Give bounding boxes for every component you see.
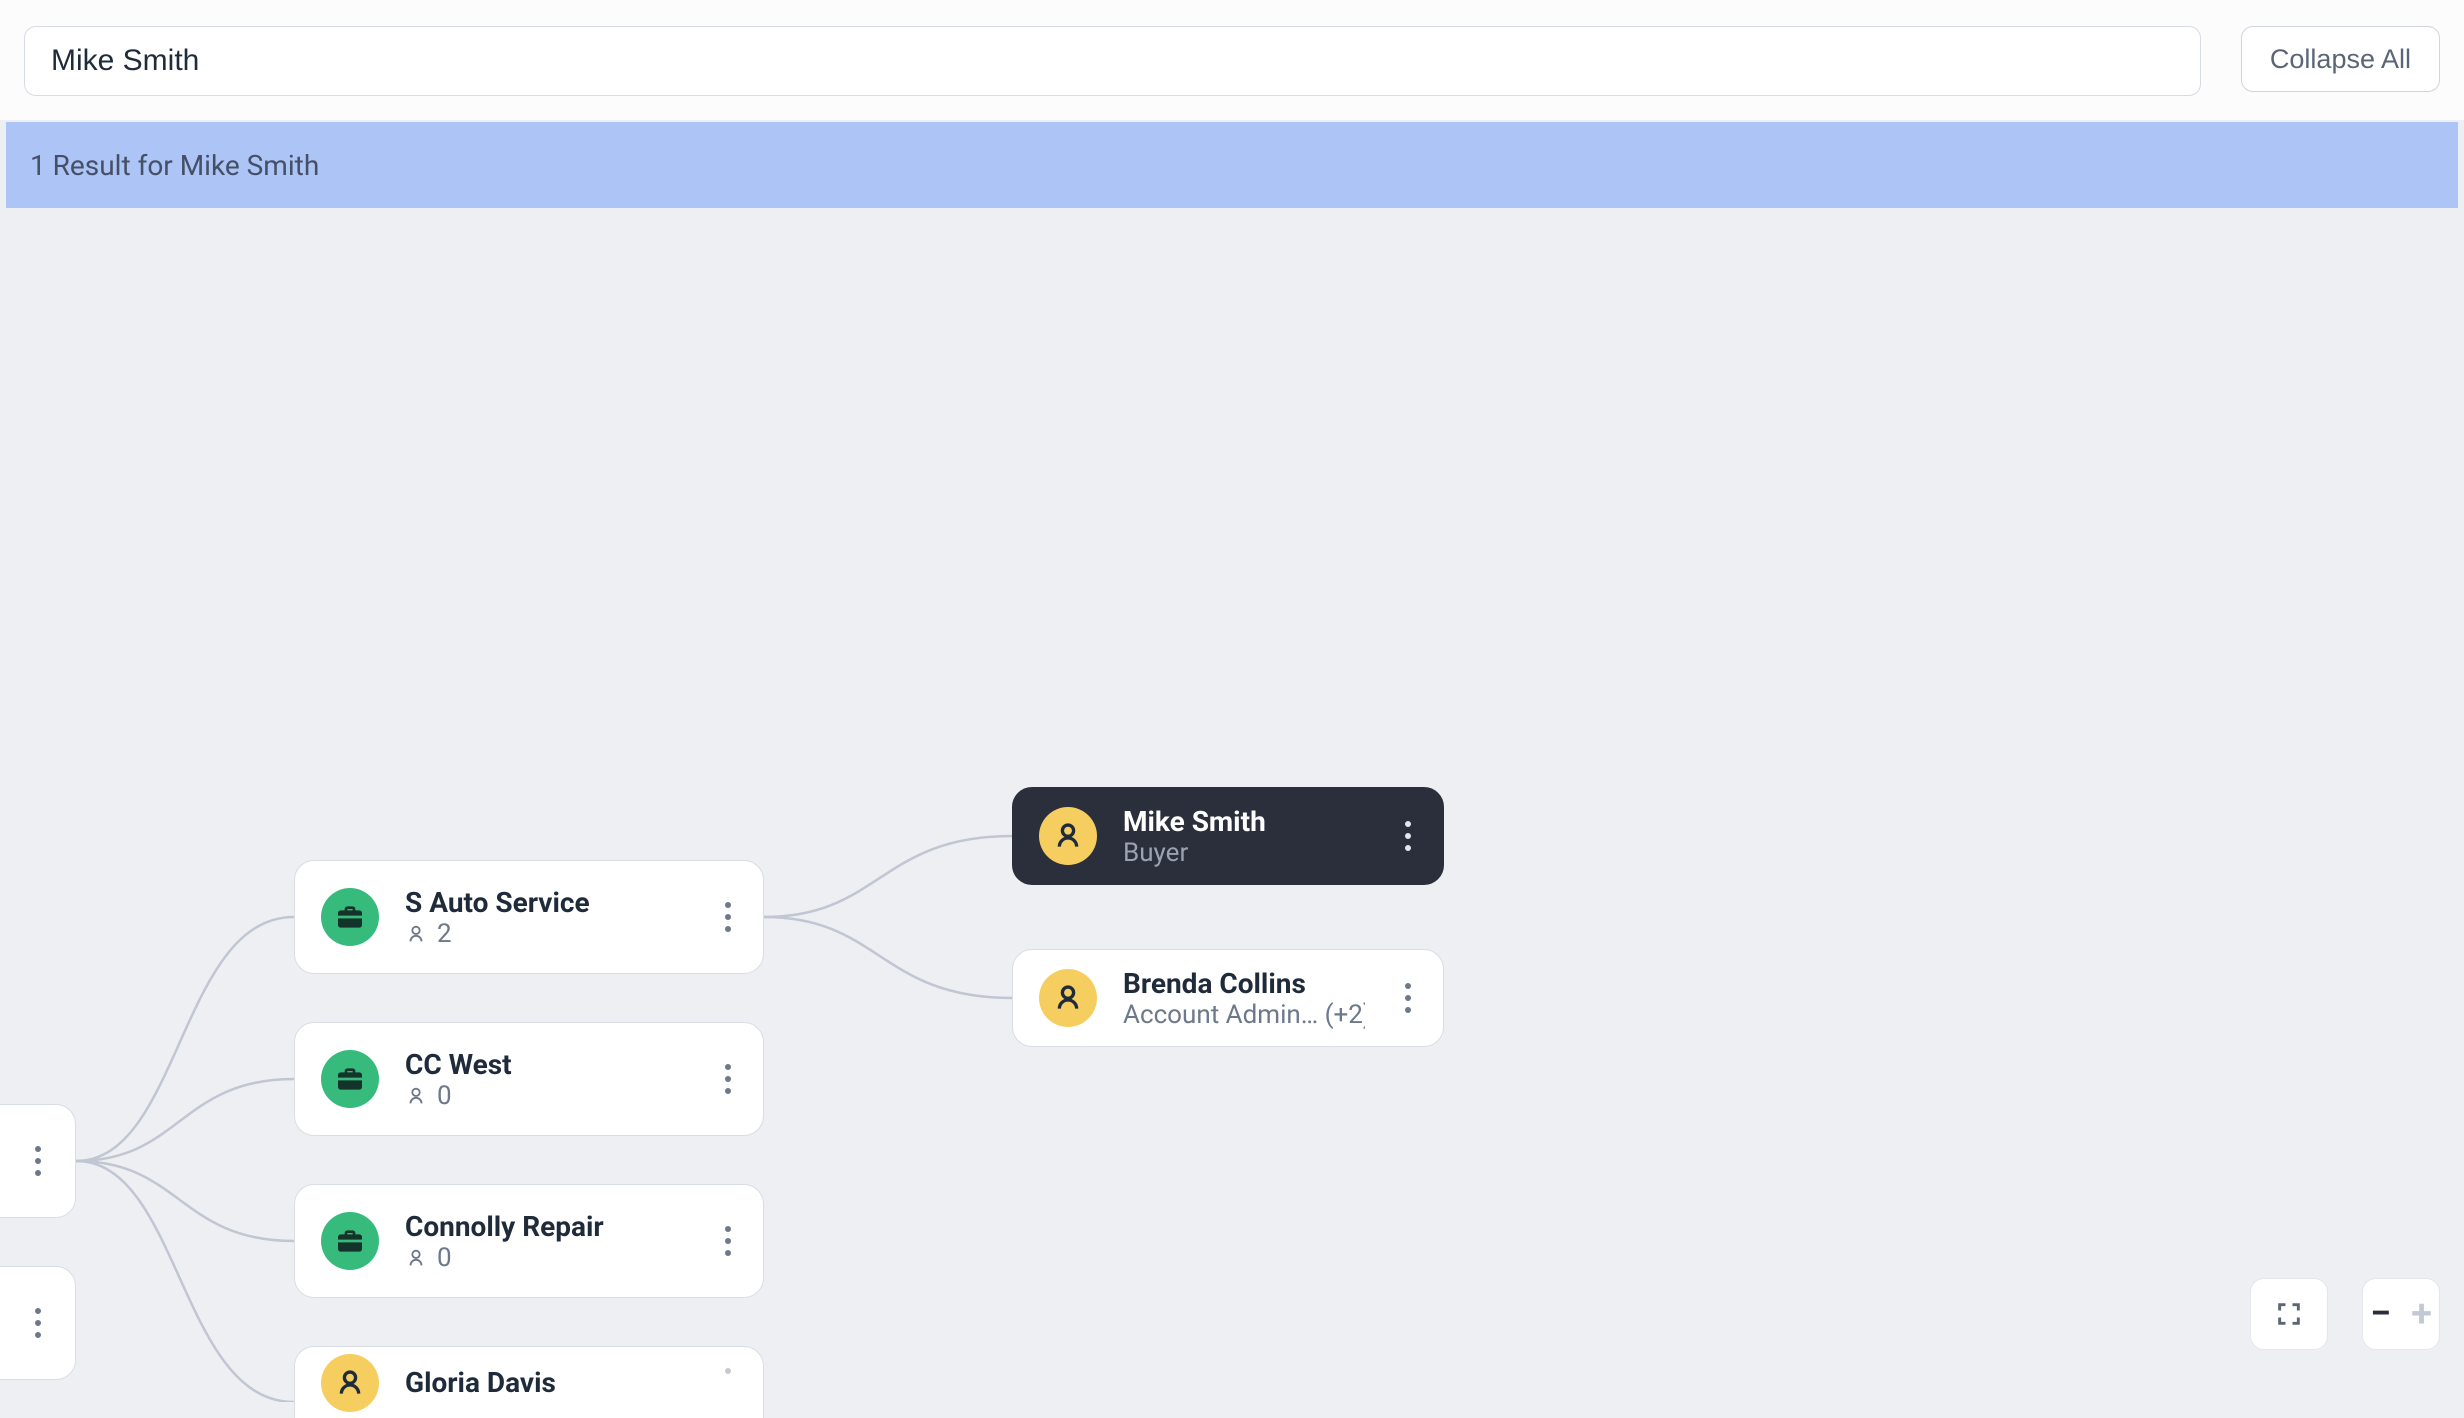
more-icon[interactable] (711, 1054, 745, 1104)
search-results-banner: 1 Result for Mike Smith (6, 122, 2458, 208)
root-node-2[interactable] (0, 1266, 76, 1380)
more-icon[interactable] (1391, 973, 1425, 1023)
person-icon (1039, 969, 1097, 1027)
node-title: Brenda Collins (1123, 967, 1365, 1000)
node-title: Gloria Davis (405, 1366, 685, 1399)
hierarchy-canvas[interactable]: S Auto Service 2 CC West 0 (0, 0, 2464, 1402)
person-icon (405, 1085, 427, 1107)
more-icon[interactable] (711, 1216, 745, 1266)
briefcase-icon (321, 1050, 379, 1108)
node-connolly-repair[interactable]: Connolly Repair 0 (294, 1184, 764, 1298)
collapse-all-button[interactable]: Collapse All (2241, 26, 2440, 92)
node-count: 2 (437, 919, 452, 949)
zoom-out-button[interactable]: − (2360, 1292, 2401, 1336)
more-icon[interactable] (1391, 811, 1425, 861)
node-count: 0 (437, 1243, 452, 1273)
node-cc-west[interactable]: CC West 0 (294, 1022, 764, 1136)
node-brenda-collins[interactable]: Brenda Collins Account Admin… (+2) (1012, 949, 1444, 1047)
more-icon[interactable] (21, 1136, 55, 1186)
node-mike-smith[interactable]: Mike Smith Buyer (1012, 787, 1444, 885)
top-bar: Collapse All (0, 0, 2464, 120)
node-title: Connolly Repair (405, 1210, 685, 1243)
person-icon (321, 1354, 379, 1412)
node-role: Account Admin… (+2) (1123, 1000, 1365, 1030)
person-icon (1039, 807, 1097, 865)
zoom-buttons: − + (2362, 1278, 2440, 1350)
briefcase-icon (321, 888, 379, 946)
more-icon[interactable] (21, 1298, 55, 1348)
person-icon (405, 1247, 427, 1269)
root-node-1[interactable] (0, 1104, 76, 1218)
node-title: Mike Smith (1123, 805, 1365, 838)
node-s-auto-service[interactable]: S Auto Service 2 (294, 860, 764, 974)
node-gloria-davis[interactable]: Gloria Davis (294, 1346, 764, 1418)
search-input[interactable] (24, 26, 2201, 96)
zoom-in-button[interactable]: + (2401, 1292, 2442, 1336)
node-title: CC West (405, 1048, 685, 1081)
expand-icon (2275, 1300, 2303, 1328)
more-icon[interactable] (711, 892, 745, 942)
more-icon[interactable] (711, 1358, 745, 1408)
node-role: Buyer (1123, 838, 1188, 868)
zoom-controls: − + (2250, 1278, 2440, 1350)
node-count: 0 (437, 1081, 452, 1111)
node-title: S Auto Service (405, 886, 685, 919)
briefcase-icon (321, 1212, 379, 1270)
fullscreen-button[interactable] (2250, 1278, 2328, 1350)
person-icon (405, 923, 427, 945)
